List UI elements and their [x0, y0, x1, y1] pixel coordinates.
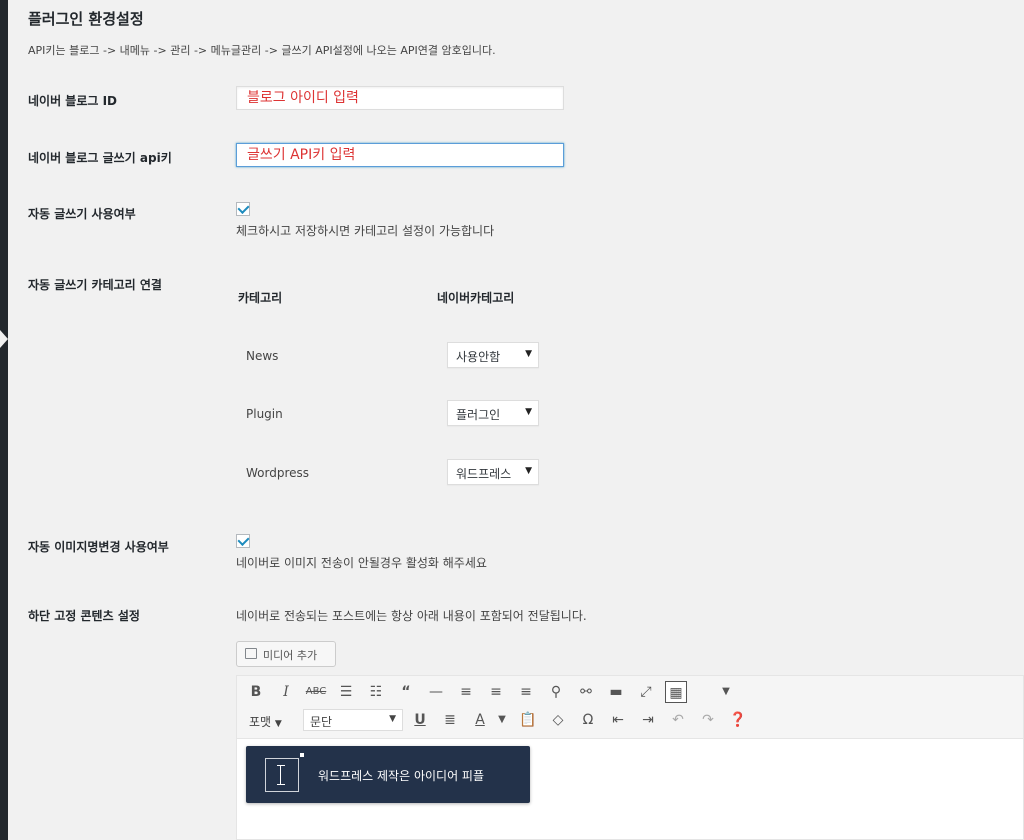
- align-right-icon[interactable]: ≡: [515, 681, 537, 703]
- text-color-dropdown-icon[interactable]: ▼: [491, 709, 513, 731]
- bold-icon[interactable]: B: [245, 681, 267, 703]
- category-link-label: 자동 글쓰기 카테고리 연결: [28, 278, 162, 292]
- naver-category-column-header: 네이버카테고리: [437, 291, 515, 305]
- naver-category-select-value: 사용안함: [456, 350, 501, 364]
- dropdown-arrow-icon: ▼: [525, 407, 532, 417]
- underline-icon[interactable]: U: [409, 709, 431, 731]
- auto-post-hint: 체크하시고 저장하시면 카테고리 설정이 가능합니다: [236, 224, 495, 238]
- api-key-label: 네이버 블로그 글쓰기 api키: [28, 151, 172, 165]
- special-character-icon[interactable]: Ω: [577, 709, 599, 731]
- category-name: Wordpress: [246, 466, 310, 480]
- naver-category-select[interactable]: 워드프레스 ▼: [447, 459, 539, 485]
- image-rename-checkbox[interactable]: [236, 533, 250, 548]
- format-dropdown[interactable]: 포맷 ▼: [249, 713, 282, 730]
- redo-icon[interactable]: ↷: [697, 709, 719, 731]
- paste-text-icon[interactable]: 📋: [517, 709, 539, 731]
- dropdown-arrow-icon: ▼: [525, 349, 532, 359]
- unlink-icon[interactable]: ⚯: [575, 681, 597, 703]
- naver-category-select[interactable]: 플러그인 ▼: [447, 400, 539, 426]
- paragraph-select-value: 문단: [310, 715, 333, 729]
- undo-icon[interactable]: ↶: [667, 709, 689, 731]
- tooltip-text: 워드프레스 제작은 아이디어 피플: [318, 769, 485, 783]
- text-color-icon[interactable]: A: [469, 709, 491, 731]
- auto-post-label: 자동 글쓰기 사용여부: [28, 207, 136, 221]
- dropdown-arrow-icon: ▼: [389, 714, 396, 724]
- checkmark-icon: [237, 533, 250, 547]
- clear-formatting-icon[interactable]: ◇: [547, 709, 569, 731]
- indent-icon[interactable]: ⇥: [637, 709, 659, 731]
- naver-category-select-value: 플러그인: [456, 408, 501, 422]
- text-cursor-icon: [265, 753, 304, 792]
- italic-icon[interactable]: I: [275, 681, 297, 703]
- category-name: Plugin: [246, 407, 283, 421]
- image-rename-label: 자동 이미지명변경 사용여부: [28, 540, 169, 554]
- format-label: 포맷: [249, 715, 272, 729]
- toolbar-toggle-icon[interactable]: ▦: [665, 681, 687, 703]
- link-icon[interactable]: ⚲: [545, 681, 567, 703]
- image-rename-hint: 네이버로 이미지 전송이 안될경우 활성화 해주세요: [236, 556, 487, 570]
- help-icon[interactable]: ❓: [727, 709, 749, 731]
- blog-id-label: 네이버 블로그 ID: [28, 94, 118, 108]
- paragraph-select[interactable]: 문단 ▼: [303, 709, 403, 731]
- current-menu-arrow-icon: [0, 330, 8, 348]
- blockquote-icon[interactable]: “: [395, 681, 417, 703]
- auto-post-checkbox[interactable]: [236, 201, 250, 216]
- footer-content-hint: 네이버로 전송되는 포스트에는 항상 아래 내용이 포함되어 전달됩니다.: [236, 609, 587, 623]
- page-description: API키는 블로그 -> 내메뉴 -> 관리 -> 메뉴글관리 -> 글쓰기 A…: [28, 44, 496, 57]
- naver-category-select[interactable]: 사용안함 ▼: [447, 342, 539, 368]
- fullscreen-icon[interactable]: ⤢: [635, 681, 657, 703]
- add-media-button[interactable]: 미디어 추가: [236, 641, 336, 667]
- checkmark-icon: [237, 201, 250, 215]
- read-more-icon[interactable]: ▬: [605, 681, 627, 703]
- add-media-label: 미디어 추가: [263, 649, 318, 662]
- category-name: News: [246, 349, 279, 363]
- category-column-header: 카테고리: [238, 291, 283, 305]
- blog-id-input[interactable]: [236, 86, 564, 110]
- numbered-list-icon[interactable]: ☷: [365, 681, 387, 703]
- footer-content-label: 하단 고정 콘텐츠 설정: [28, 609, 140, 623]
- horizontal-line-icon[interactable]: —: [425, 681, 447, 703]
- strikethrough-icon[interactable]: ABC: [305, 681, 327, 703]
- content-editor[interactable]: B I ABC ☰ ☷ “ — ≡ ≡ ≡ ⚲ ⚯ ▬ ⤢ ▦ ▼ 포맷 ▼ 문…: [236, 675, 1024, 840]
- justify-icon[interactable]: ≣: [439, 709, 461, 731]
- dropdown-arrow-icon: ▼: [525, 466, 532, 476]
- editor-toolbar: B I ABC ☰ ☷ “ — ≡ ≡ ≡ ⚲ ⚯ ▬ ⤢ ▦ ▼ 포맷 ▼ 문…: [237, 676, 1023, 739]
- bullet-list-icon[interactable]: ☰: [335, 681, 357, 703]
- naver-category-select-value: 워드프레스: [456, 467, 512, 481]
- dropdown-arrow-icon[interactable]: ▼: [715, 681, 737, 703]
- dropdown-arrow-icon: ▼: [274, 719, 282, 729]
- api-key-input[interactable]: [236, 143, 564, 167]
- media-icon: [245, 648, 257, 659]
- align-center-icon[interactable]: ≡: [485, 681, 507, 703]
- page-title: 플러그인 환경설정: [28, 10, 144, 28]
- align-left-icon[interactable]: ≡: [455, 681, 477, 703]
- outdent-icon[interactable]: ⇤: [607, 709, 629, 731]
- admin-sidebar-strip: [0, 0, 8, 840]
- editor-tooltip: 워드프레스 제작은 아이디어 피플: [246, 746, 530, 803]
